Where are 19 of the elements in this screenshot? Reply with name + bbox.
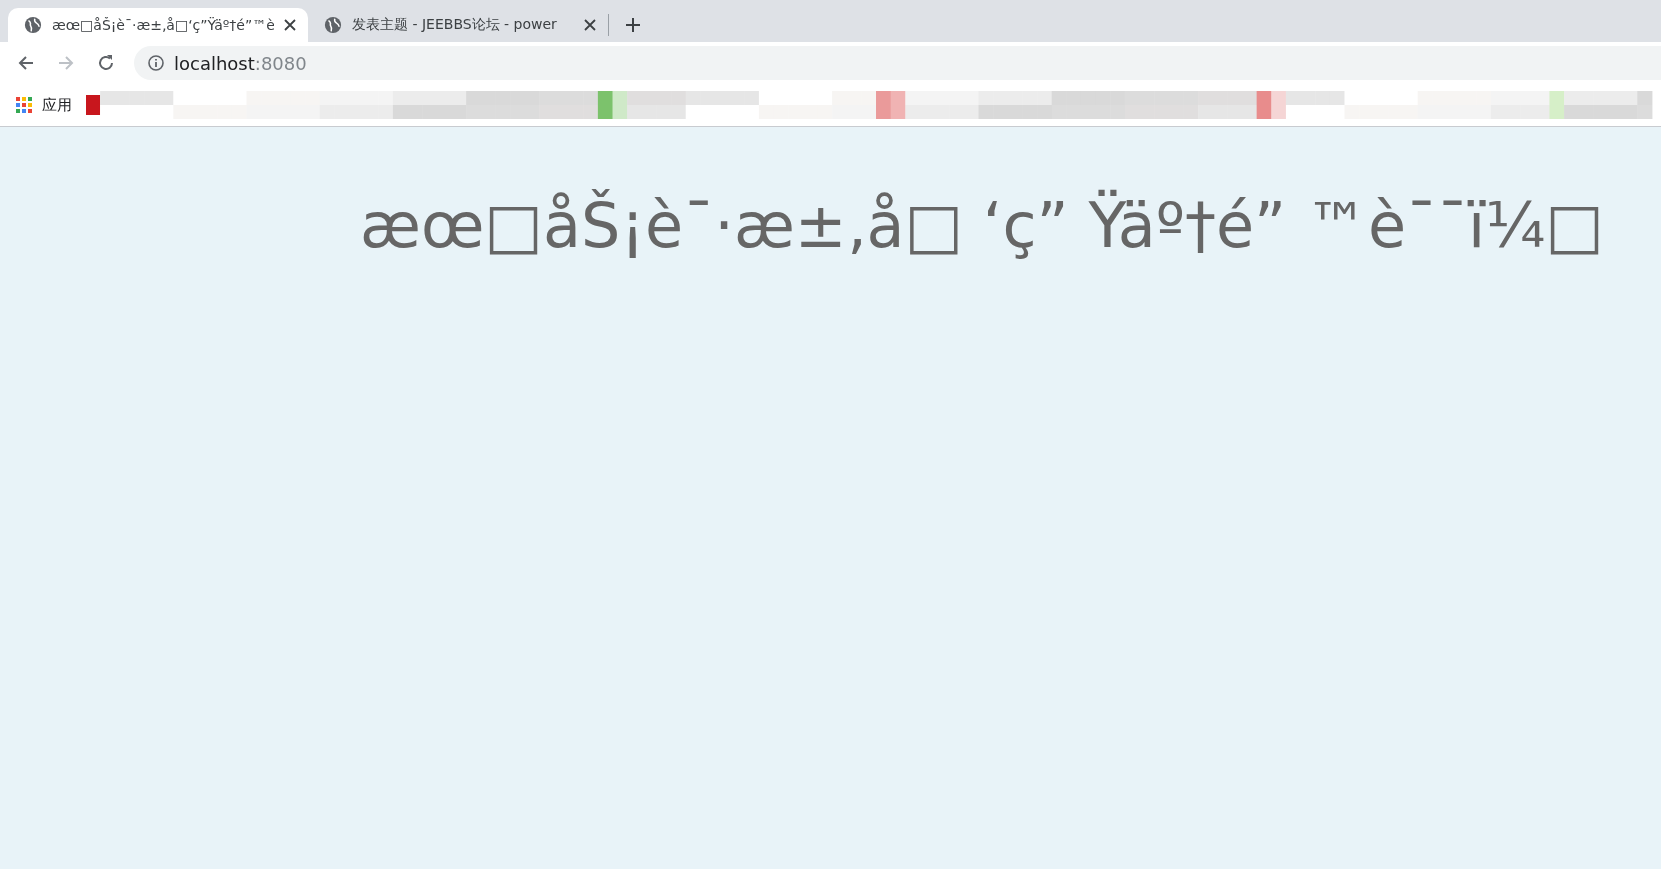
apps-button[interactable]: 应用 (16, 95, 78, 115)
info-icon (148, 55, 164, 71)
globe-icon (24, 16, 42, 34)
tab-title: 发表主题 - JEEBBS论坛 - power (352, 16, 558, 34)
close-icon[interactable] (584, 19, 596, 31)
url-host: localhost (174, 52, 255, 74)
reload-icon (97, 54, 115, 72)
globe-icon (324, 16, 342, 34)
back-arrow-icon (17, 54, 35, 72)
url-port: :8080 (254, 52, 307, 74)
browser-tab[interactable]: 发表主题 - JEEBBS论坛 - power (308, 8, 608, 42)
close-icon[interactable] (284, 19, 296, 31)
plus-icon (625, 17, 641, 33)
address-bar[interactable]: localhost:8080 (134, 46, 1661, 80)
browser-tab[interactable]: æœ□åŠ¡è¯·æ±‚å□‘ç”Ÿäº†é”™è (8, 8, 308, 42)
tab-title: æœ□åŠ¡è¯·æ±‚å□‘ç”Ÿäº†é”™è (52, 17, 274, 33)
forward-arrow-icon (57, 54, 75, 72)
apps-grid-icon (16, 97, 32, 113)
error-heading: æœ□åŠ¡è¯·æ±‚å□ ‘ç” Ÿäº†é” ™è¯¯ï¼□ (360, 189, 1605, 262)
